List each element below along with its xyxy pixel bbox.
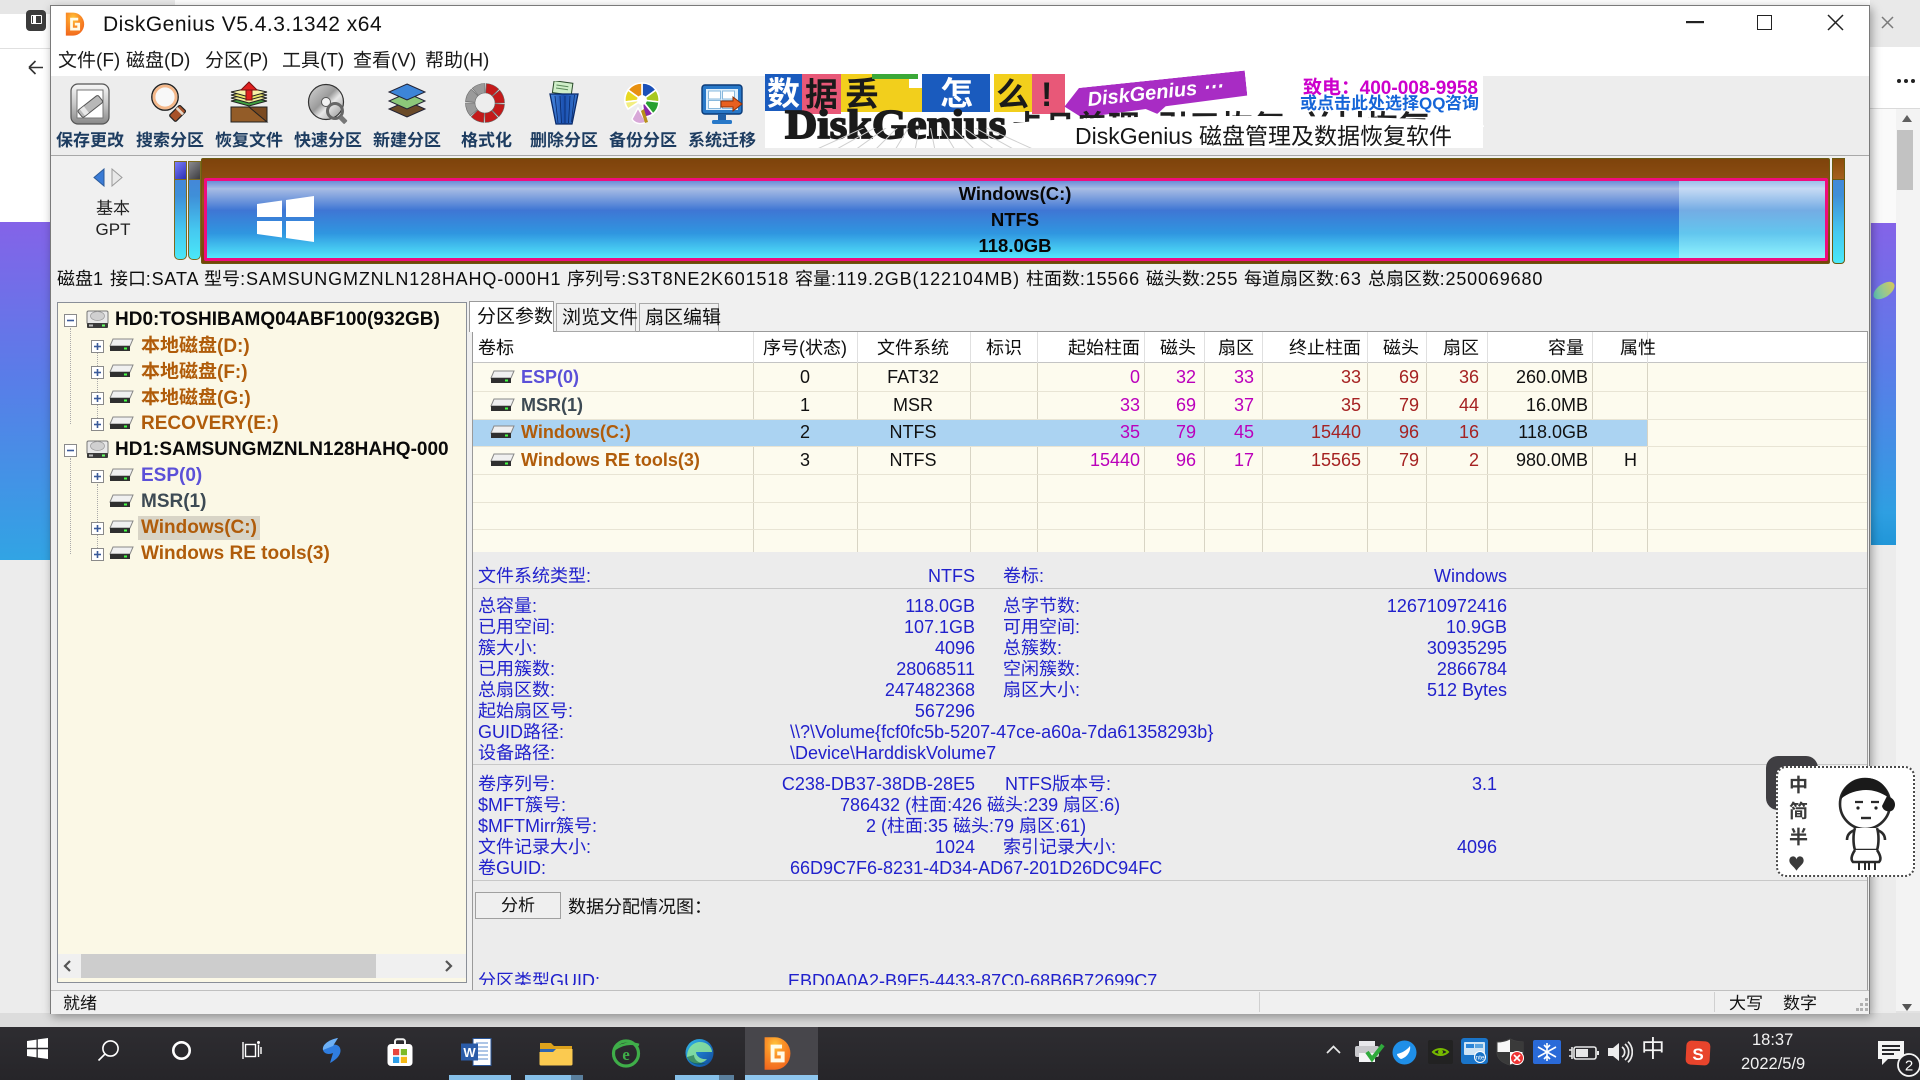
svg-text:e: e	[622, 1045, 630, 1064]
svg-text:W: W	[463, 1045, 476, 1060]
svg-text:intel: intel	[1474, 1055, 1486, 1062]
svg-text:S: S	[1692, 1045, 1703, 1064]
svg-text:2: 2	[1905, 1058, 1913, 1075]
